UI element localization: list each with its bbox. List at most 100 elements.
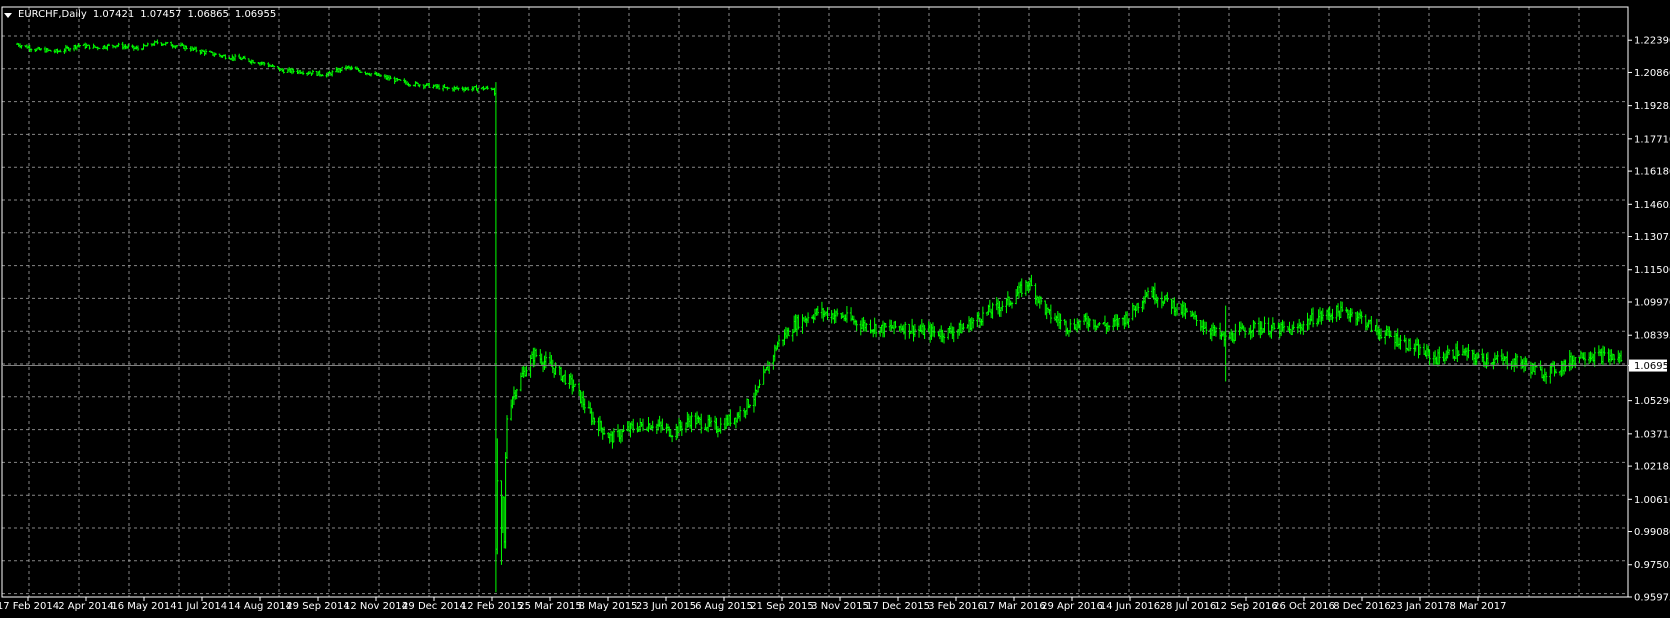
date-tick-label: 12 Nov 2014 bbox=[344, 601, 408, 612]
price-bar bbox=[1329, 313, 1333, 321]
price-bar bbox=[461, 86, 464, 91]
price-bar bbox=[292, 68, 295, 74]
price-bar bbox=[641, 418, 645, 432]
price-bar bbox=[1346, 308, 1349, 319]
price-bar bbox=[97, 47, 101, 49]
price-bar bbox=[593, 417, 596, 425]
price-bar bbox=[311, 69, 314, 75]
price-bar bbox=[121, 41, 124, 50]
price-bar bbox=[1425, 344, 1429, 360]
price-bar bbox=[1418, 344, 1422, 355]
price-bar bbox=[1553, 361, 1556, 377]
price-bar bbox=[360, 71, 363, 73]
price-bar bbox=[571, 374, 574, 395]
price-bar bbox=[512, 386, 516, 406]
price-bar bbox=[1001, 300, 1004, 312]
price-bar bbox=[860, 317, 864, 330]
price-bar bbox=[325, 72, 328, 78]
price-bar bbox=[912, 325, 915, 342]
price-bar bbox=[1535, 366, 1538, 368]
date-tick-label: 29 Apr 2016 bbox=[1041, 601, 1103, 612]
price-bar bbox=[577, 382, 581, 397]
price-bar bbox=[1443, 353, 1447, 364]
price-bar bbox=[1145, 291, 1148, 298]
price-bar bbox=[583, 398, 586, 414]
price-bar bbox=[600, 420, 603, 433]
price-bar bbox=[865, 322, 868, 332]
price-bar bbox=[1291, 324, 1294, 336]
date-tick-label: 23 Jan 2017 bbox=[1390, 601, 1450, 612]
price-bar bbox=[1457, 350, 1460, 357]
price-bar bbox=[1513, 357, 1516, 373]
price-bar bbox=[1146, 287, 1150, 299]
date-tick-label: 23 Jun 2015 bbox=[636, 601, 696, 612]
price-bar bbox=[561, 375, 564, 383]
dropdown-triangle-icon[interactable] bbox=[4, 12, 12, 18]
plot-frame bbox=[1, 6, 1629, 598]
price-bar bbox=[165, 42, 169, 44]
price-bar bbox=[1310, 308, 1313, 322]
price-bar bbox=[830, 310, 833, 324]
date-tick-label: 17 Feb 2014 bbox=[0, 601, 59, 612]
price-bar bbox=[393, 76, 396, 85]
price-bar bbox=[572, 379, 575, 392]
price-bar bbox=[253, 62, 256, 64]
price-bar bbox=[1123, 315, 1126, 330]
price-bar bbox=[543, 355, 546, 370]
price-bar bbox=[224, 54, 227, 60]
price-bar bbox=[1082, 314, 1086, 325]
price-bar bbox=[1055, 315, 1058, 323]
price-bar bbox=[1230, 328, 1233, 341]
price-tick-label: 1.17710 bbox=[1634, 134, 1670, 145]
price-bar bbox=[564, 370, 567, 386]
date-tick-label: 29 Sep 2014 bbox=[286, 601, 349, 612]
date-tick-label: 8 Mar 2017 bbox=[1449, 601, 1506, 612]
date-tick-label: 28 Jul 2016 bbox=[1160, 601, 1217, 612]
price-bar bbox=[1259, 320, 1262, 339]
price-bar bbox=[618, 429, 621, 442]
date-tick-label: 21 Sep 2015 bbox=[750, 601, 813, 612]
price-bar bbox=[1404, 337, 1408, 353]
price-bar bbox=[1205, 321, 1208, 335]
price-bar bbox=[111, 44, 115, 49]
price-bar bbox=[694, 412, 697, 429]
price-bar bbox=[1300, 324, 1304, 332]
price-bar bbox=[1170, 298, 1173, 315]
date-tick-label: 8 Dec 2016 bbox=[1333, 601, 1391, 612]
price-bar bbox=[582, 390, 585, 410]
price-bar bbox=[719, 417, 722, 434]
price-bar bbox=[1069, 318, 1072, 333]
price-bar bbox=[758, 379, 761, 389]
price-bar bbox=[948, 325, 951, 334]
price-tick-label: 1.22390 bbox=[1634, 36, 1670, 47]
price-bar bbox=[881, 320, 885, 338]
price-bar bbox=[514, 389, 517, 400]
price-bar bbox=[1388, 326, 1391, 339]
price-bar bbox=[1379, 328, 1383, 340]
price-bar bbox=[153, 40, 156, 46]
price-bar bbox=[1514, 352, 1517, 367]
price-bar bbox=[1461, 344, 1465, 356]
price-bar bbox=[1612, 354, 1616, 365]
price-bar bbox=[844, 314, 847, 322]
price-bar bbox=[1311, 307, 1315, 328]
price-bar bbox=[496, 438, 499, 555]
price-bar bbox=[1540, 366, 1544, 379]
price-bar bbox=[551, 359, 554, 374]
date-tick-label: 14 Aug 2014 bbox=[228, 601, 292, 612]
price-bar bbox=[976, 312, 979, 328]
price-tick-label: 1.14605 bbox=[1634, 200, 1670, 211]
price-bar bbox=[494, 82, 498, 593]
price-tick-label: 1.16180 bbox=[1634, 167, 1670, 178]
price-bar bbox=[622, 424, 625, 433]
price-bar bbox=[1191, 310, 1194, 317]
price-bar bbox=[525, 365, 528, 377]
price-bar bbox=[854, 319, 857, 326]
price-bar bbox=[501, 496, 505, 534]
price-bar bbox=[725, 414, 728, 430]
price-bar bbox=[515, 388, 518, 400]
price-chart[interactable]: 1.22390 1.20860 1.19285 1.17710 1.16180 1.146… bbox=[0, 0, 1670, 618]
price-bar bbox=[988, 299, 992, 313]
price-bar bbox=[486, 85, 489, 90]
chart-window[interactable]: 1.22390 1.20860 1.19285 1.17710 1.16180 1.146… bbox=[0, 0, 1670, 618]
